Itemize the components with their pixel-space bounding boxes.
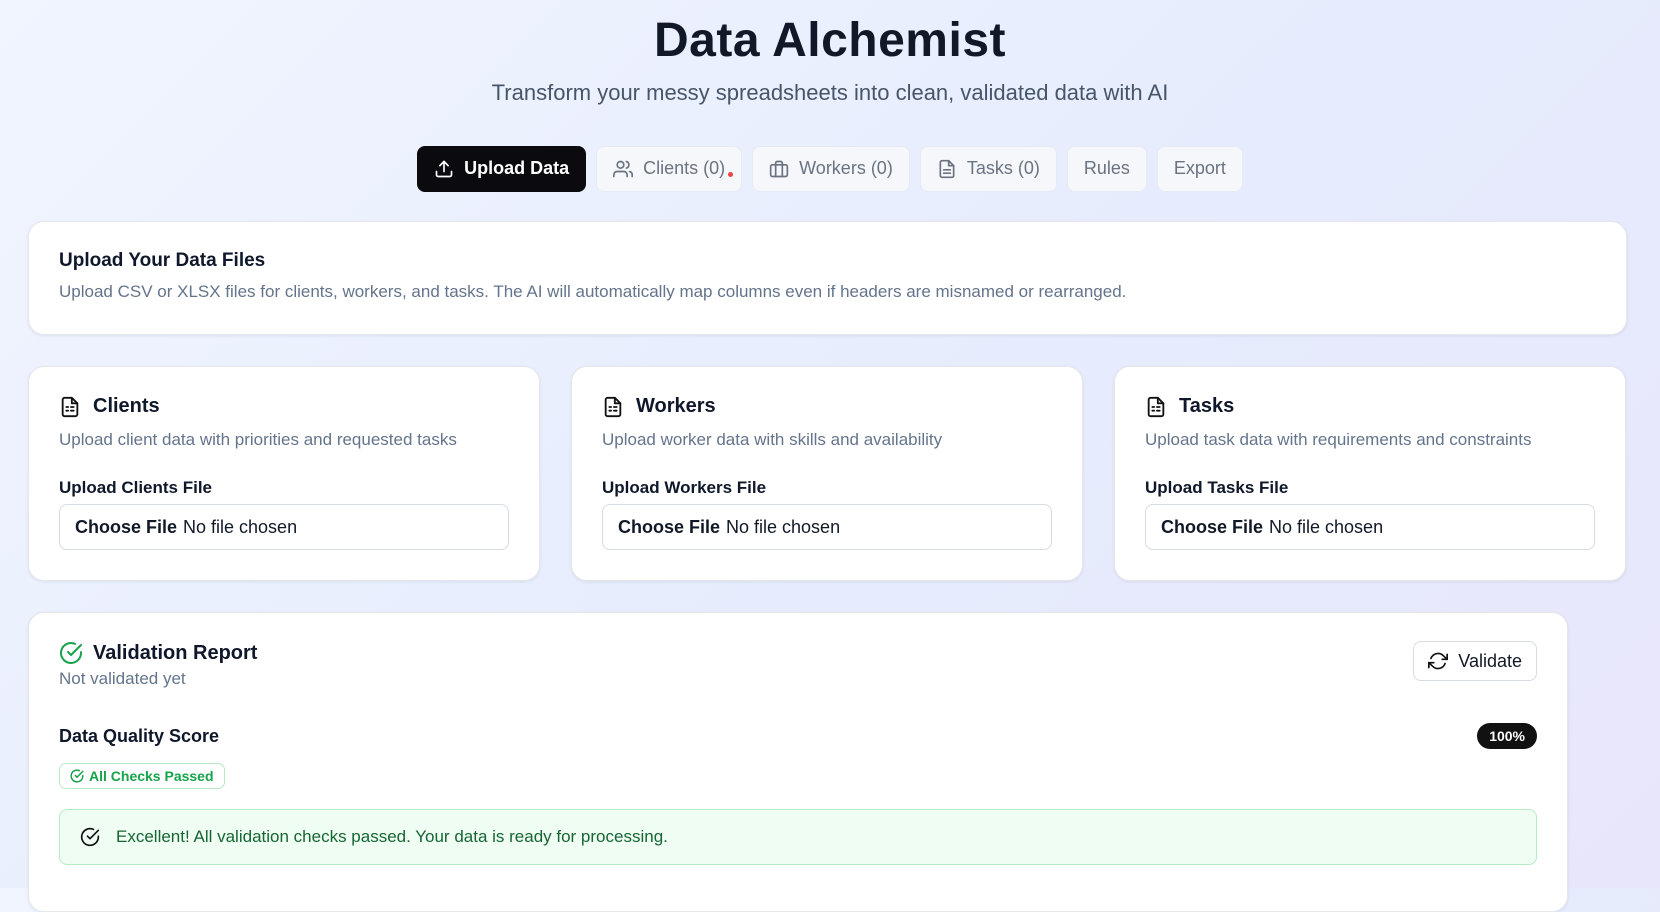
tab-label: Rules (1083, 158, 1130, 179)
check-circle-icon (60, 642, 82, 664)
validation-report-card: Validation Report Not validated yet Vali… (28, 612, 1568, 912)
validation-title: Validation Report (93, 641, 258, 664)
file-label: Upload Clients File (59, 478, 213, 497)
intro-description: Upload CSV or XLSX files for clients, wo… (59, 282, 1127, 301)
tab-rules[interactable]: Rules (1066, 145, 1147, 192)
success-message: Excellent! All validation checks passed.… (116, 827, 668, 846)
quality-score-badge: 100% (1477, 723, 1537, 749)
tasks-upload-card: Tasks Upload task data with requirements… (1114, 366, 1626, 581)
card-title: Clients (93, 395, 160, 417)
tab-label: Clients (0) (643, 158, 726, 179)
workers-upload-card: Workers Upload worker data with skills a… (571, 366, 1083, 581)
tab-export[interactable]: Export (1156, 145, 1243, 192)
tab-tasks[interactable]: Tasks (0) (919, 145, 1057, 192)
choose-file-button[interactable]: Choose File (75, 517, 177, 538)
data-quality-label: Data Quality Score (59, 725, 220, 746)
card-description: Upload task data with requirements and c… (1145, 430, 1532, 449)
file-status: No file chosen (1269, 516, 1384, 537)
validate-button[interactable]: Validate (1413, 641, 1537, 681)
card-title: Workers (636, 395, 716, 417)
checks-label: All Checks Passed (89, 768, 214, 784)
clients-upload-card: Clients Upload client data with prioriti… (28, 366, 540, 581)
file-label: Upload Workers File (602, 478, 767, 497)
tab-label: Export (1173, 158, 1226, 179)
file-text-icon (939, 159, 955, 178)
users-icon (613, 160, 634, 177)
clients-file-input[interactable]: Choose File No file chosen (59, 504, 509, 550)
notification-dot (728, 171, 734, 177)
tasks-file-input[interactable]: Choose File No file chosen (1145, 504, 1595, 550)
tab-label: Workers (0) (799, 158, 893, 179)
file-status: No file chosen (183, 516, 298, 537)
briefcase-icon (769, 160, 789, 177)
app-subtitle: Transform your messy spreadsheets into c… (491, 79, 1169, 105)
checks-passed-badge: All Checks Passed (59, 763, 225, 789)
app-title: Data Alchemist (654, 14, 1006, 67)
tab-workers[interactable]: Workers (0) (752, 145, 910, 192)
file-sheet-icon (61, 396, 79, 417)
check-circle-icon (70, 769, 84, 783)
upload-icon (435, 160, 453, 177)
page-header: Data Alchemist Transform your messy spre… (0, 0, 1660, 106)
file-sheet-icon (1147, 396, 1165, 417)
file-status: No file chosen (726, 516, 841, 537)
card-description: Upload client data with priorities and r… (59, 430, 457, 449)
card-description: Upload worker data with skills and avail… (602, 430, 943, 449)
tab-clients[interactable]: Clients (0) (596, 145, 743, 192)
intro-title: Upload Your Data Files (59, 250, 266, 271)
workers-file-input[interactable]: Choose File No file chosen (602, 504, 1052, 550)
choose-file-button[interactable]: Choose File (618, 517, 720, 538)
file-sheet-icon (604, 396, 622, 417)
refresh-icon (1428, 652, 1449, 670)
choose-file-button[interactable]: Choose File (1161, 517, 1263, 538)
tab-bar: Upload Data Clients (0) Workers (0) Task… (0, 145, 1660, 192)
check-circle-icon (80, 827, 100, 847)
success-alert: Excellent! All validation checks passed.… (59, 809, 1537, 865)
upload-intro-card: Upload Your Data Files Upload CSV or XLS… (28, 221, 1627, 335)
file-label: Upload Tasks File (1145, 478, 1289, 497)
card-title: Tasks (1179, 395, 1235, 417)
validate-label: Validate (1458, 650, 1522, 671)
tab-upload-data[interactable]: Upload Data (417, 145, 587, 192)
validation-status: Not validated yet (59, 669, 186, 688)
tab-label: Upload Data (464, 158, 570, 179)
tab-label: Tasks (0) (966, 158, 1040, 179)
